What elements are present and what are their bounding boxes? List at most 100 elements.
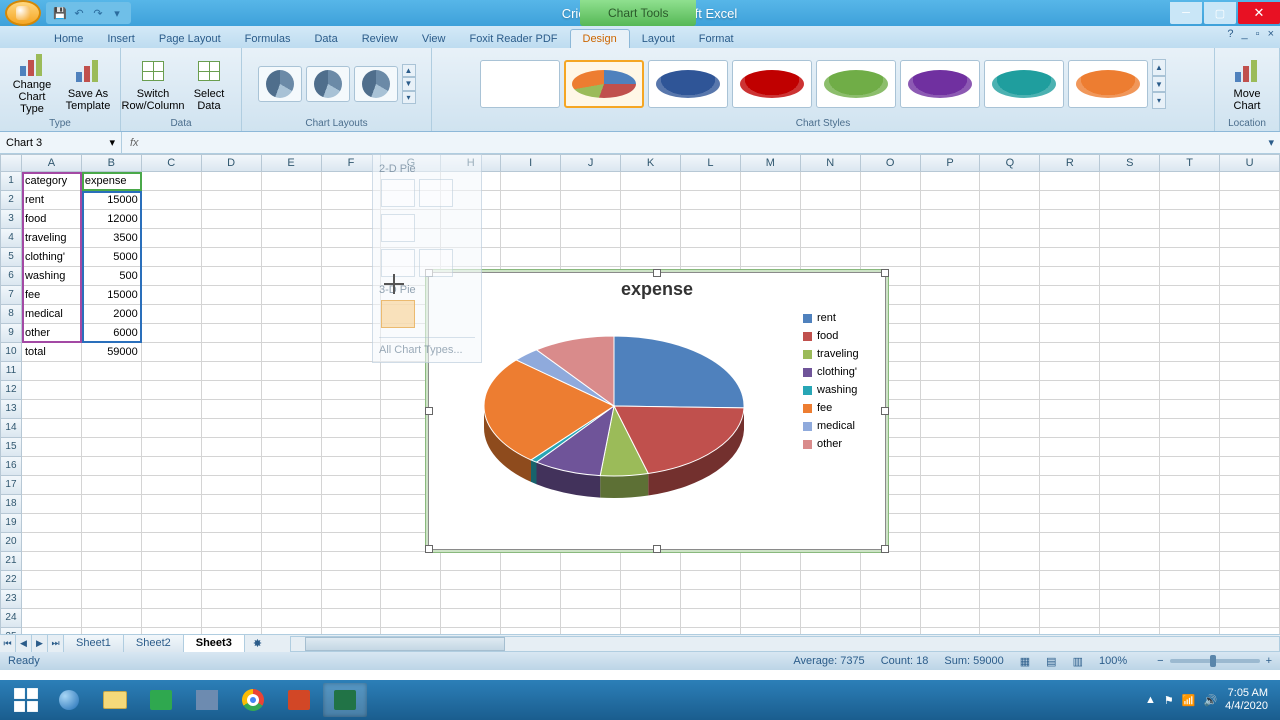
taskbar-powerpoint-icon[interactable]	[277, 683, 321, 717]
tab-home[interactable]: Home	[42, 30, 95, 48]
cell[interactable]	[202, 438, 262, 457]
cell[interactable]	[262, 248, 322, 267]
cell[interactable]	[921, 438, 981, 457]
cell[interactable]	[1100, 419, 1160, 438]
cell[interactable]	[202, 476, 262, 495]
cell[interactable]	[322, 210, 382, 229]
cell[interactable]	[861, 229, 921, 248]
column-header[interactable]: R	[1040, 154, 1100, 172]
cell[interactable]	[1160, 628, 1220, 634]
cell[interactable]	[22, 628, 82, 634]
sheet-nav-first-icon[interactable]: ⏮	[0, 635, 16, 652]
cell[interactable]	[202, 381, 262, 400]
cell[interactable]	[681, 210, 741, 229]
cell[interactable]	[1040, 419, 1100, 438]
cell[interactable]	[1100, 267, 1160, 286]
cell[interactable]	[22, 514, 82, 533]
cell[interactable]	[501, 552, 561, 571]
cell[interactable]	[921, 495, 981, 514]
cell[interactable]	[262, 229, 322, 248]
cell[interactable]	[501, 248, 561, 267]
resize-handle[interactable]	[425, 407, 433, 415]
cell[interactable]	[980, 381, 1040, 400]
cell[interactable]	[741, 590, 801, 609]
cell[interactable]	[202, 590, 262, 609]
cell[interactable]	[1160, 172, 1220, 191]
cell[interactable]	[262, 628, 322, 634]
cell[interactable]	[22, 381, 82, 400]
cell[interactable]	[1160, 419, 1220, 438]
cell[interactable]	[681, 172, 741, 191]
cell[interactable]	[861, 210, 921, 229]
cell[interactable]	[202, 210, 262, 229]
cell[interactable]	[82, 438, 142, 457]
cell[interactable]	[1040, 362, 1100, 381]
cell[interactable]	[1040, 514, 1100, 533]
cell[interactable]	[1040, 552, 1100, 571]
cell[interactable]	[202, 552, 262, 571]
cell[interactable]	[921, 191, 981, 210]
styles-scroll-down-icon[interactable]: ▼	[1152, 76, 1166, 93]
row-header[interactable]: 10	[0, 343, 22, 362]
column-header[interactable]: C	[142, 154, 202, 172]
cell[interactable]	[142, 191, 202, 210]
cell[interactable]	[741, 191, 801, 210]
cell[interactable]	[262, 191, 322, 210]
cell[interactable]	[82, 609, 142, 628]
chart-style-option[interactable]	[732, 60, 812, 108]
cell[interactable]	[1040, 381, 1100, 400]
cell[interactable]	[861, 552, 921, 571]
cell[interactable]	[501, 609, 561, 628]
cell[interactable]	[1100, 590, 1160, 609]
cell[interactable]	[561, 571, 621, 590]
cell[interactable]	[142, 210, 202, 229]
sheet-nav-prev-icon[interactable]: ◀	[16, 635, 32, 652]
cell[interactable]	[322, 457, 382, 476]
cell[interactable]	[980, 400, 1040, 419]
cell[interactable]	[1160, 552, 1220, 571]
cell[interactable]	[22, 590, 82, 609]
cell[interactable]	[142, 286, 202, 305]
cell[interactable]: 59000	[82, 343, 142, 362]
cell[interactable]	[1160, 324, 1220, 343]
chart-legend[interactable]: rentfoodtravelingclothing'washingfeemedi…	[799, 306, 885, 526]
cell[interactable]	[1220, 552, 1280, 571]
chart-style-option[interactable]	[900, 60, 980, 108]
cell[interactable]	[801, 172, 861, 191]
cell[interactable]	[1040, 495, 1100, 514]
cell[interactable]	[1160, 438, 1220, 457]
row-header[interactable]: 9	[0, 324, 22, 343]
cell[interactable]	[1040, 533, 1100, 552]
cell[interactable]	[381, 229, 441, 248]
cell[interactable]	[1100, 191, 1160, 210]
cell[interactable]	[322, 172, 382, 191]
cell[interactable]	[621, 628, 681, 634]
cell[interactable]	[501, 628, 561, 634]
chart-style-option[interactable]	[480, 60, 560, 108]
column-header[interactable]: S	[1100, 154, 1160, 172]
column-header[interactable]: H	[441, 154, 501, 172]
column-header[interactable]: M	[741, 154, 801, 172]
cell[interactable]	[921, 305, 981, 324]
cell[interactable]	[202, 419, 262, 438]
cell[interactable]	[322, 438, 382, 457]
taskbar-store-icon[interactable]	[139, 683, 183, 717]
select-all-corner[interactable]	[0, 154, 22, 172]
row-header[interactable]: 4	[0, 229, 22, 248]
cell[interactable]	[82, 552, 142, 571]
cell[interactable]	[262, 476, 322, 495]
cell[interactable]	[1040, 191, 1100, 210]
cell[interactable]	[621, 172, 681, 191]
cell[interactable]	[82, 362, 142, 381]
row-header[interactable]: 21	[0, 552, 22, 571]
cell[interactable]	[501, 210, 561, 229]
cell[interactable]	[621, 552, 681, 571]
column-header[interactable]: L	[681, 154, 741, 172]
column-header[interactable]: K	[621, 154, 681, 172]
cell[interactable]	[441, 552, 501, 571]
cell[interactable]	[322, 286, 382, 305]
cell[interactable]	[441, 628, 501, 634]
workbook-restore-icon[interactable]: ▫	[1256, 28, 1260, 40]
close-button[interactable]: ✕	[1238, 2, 1280, 24]
cell[interactable]	[322, 343, 382, 362]
